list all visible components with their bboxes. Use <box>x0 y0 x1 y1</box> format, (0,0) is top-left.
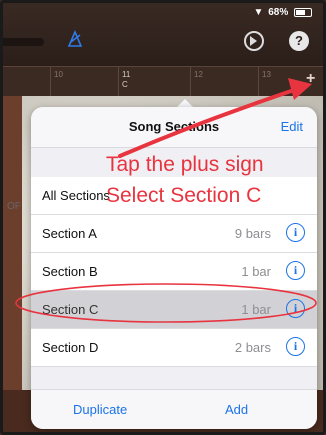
add-section-button[interactable]: + <box>306 70 315 88</box>
section-label: Section C <box>42 302 99 317</box>
section-label: All Sections <box>42 188 110 203</box>
ruler-tick: 12 <box>194 70 203 79</box>
annotation-text-plus: Tap the plus sign <box>106 153 264 176</box>
ruler-tick: 11 <box>122 70 131 79</box>
instrument-wood <box>0 96 22 435</box>
ruler-section-marker: C <box>122 80 128 89</box>
section-row-c[interactable]: Section C 1 bar i <box>31 291 317 329</box>
help-icon[interactable]: ? <box>289 31 309 51</box>
add-button[interactable]: Add <box>225 402 248 417</box>
info-icon[interactable]: i <box>286 223 305 242</box>
popover-title: Song Sections <box>128 119 220 134</box>
section-label: Section A <box>42 226 97 241</box>
status-bar: ▼ 68% <box>254 7 312 18</box>
play-settings-icon[interactable] <box>244 31 264 51</box>
info-icon[interactable]: i <box>286 261 305 280</box>
ruler-tick: 10 <box>54 70 63 79</box>
section-length: 1 bar <box>241 264 271 279</box>
battery-icon <box>294 7 312 17</box>
top-toolbar: ▼ 68% ? <box>0 0 326 66</box>
section-row-d[interactable]: Section D 2 bars i <box>31 329 317 367</box>
ruler-tick: 13 <box>262 70 271 79</box>
popover-footer: Duplicate Add <box>31 389 317 429</box>
duplicate-button[interactable]: Duplicate <box>73 402 127 417</box>
section-row-a[interactable]: Section A 9 bars i <box>31 215 317 253</box>
info-icon[interactable]: i <box>286 299 305 318</box>
annotation-text-section: Select Section C <box>106 184 262 207</box>
battery-percent: 68% <box>268 7 289 18</box>
edit-button[interactable]: Edit <box>281 119 303 134</box>
metronome-icon[interactable] <box>66 30 84 48</box>
section-length: 1 bar <box>241 302 271 317</box>
background-label: OF <box>7 201 21 212</box>
section-length: 2 bars <box>234 340 271 355</box>
section-length: 9 bars <box>234 226 271 241</box>
timeline-ruler: 10 11 C 12 13 <box>0 66 326 97</box>
wifi-icon: ▼ <box>253 7 264 18</box>
section-label: Section D <box>42 340 99 355</box>
popover-header: Song Sections Edit <box>31 107 317 148</box>
volume-slider[interactable] <box>0 38 44 46</box>
section-label: Section B <box>42 264 98 279</box>
info-icon[interactable]: i <box>286 337 305 356</box>
section-row-b[interactable]: Section B 1 bar i <box>31 253 317 291</box>
